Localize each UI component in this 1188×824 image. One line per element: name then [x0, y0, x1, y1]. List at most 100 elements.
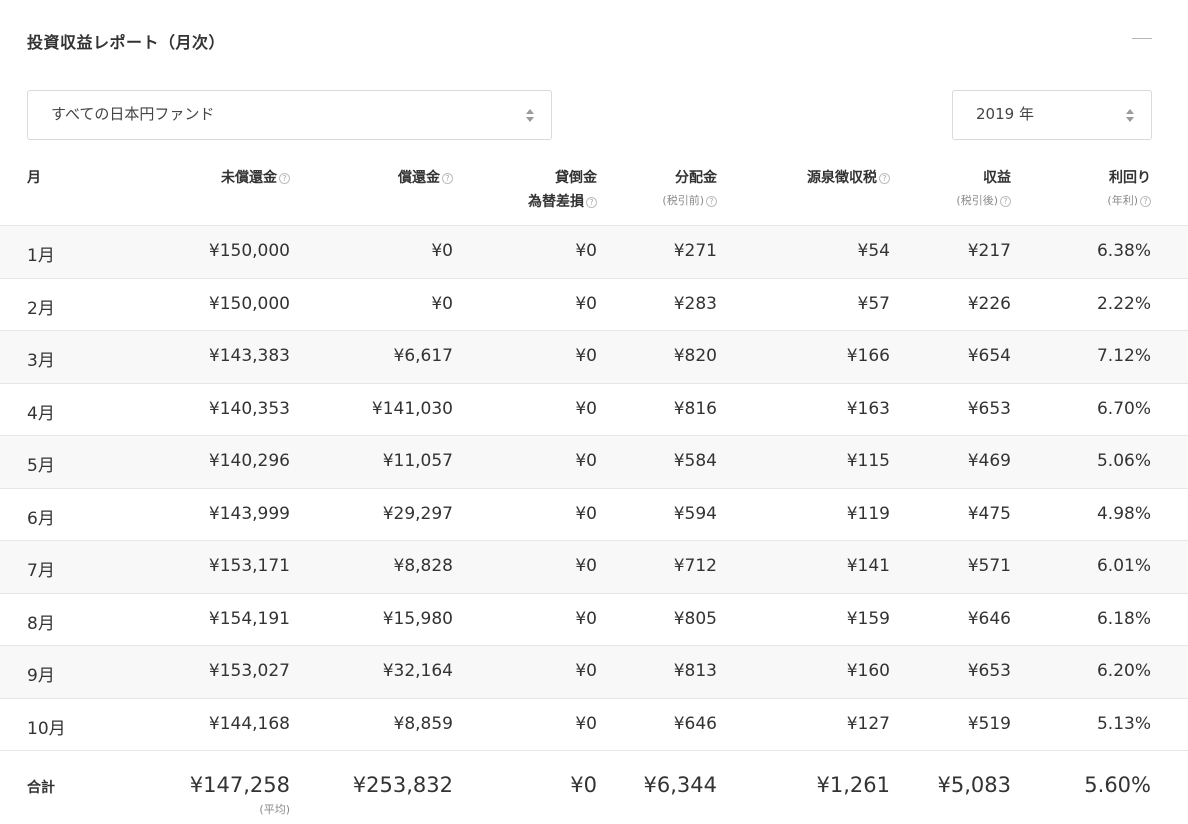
cell-loss: ¥0	[575, 503, 597, 524]
help-icon[interactable]: ?	[586, 196, 597, 208]
help-icon[interactable]: ?	[879, 172, 890, 184]
total-unredeemed: ¥147,258	[189, 773, 290, 797]
header-redeemed: 償還金?	[398, 166, 453, 190]
cell-dividend: ¥594	[673, 503, 717, 524]
cell-dividend: ¥271	[673, 241, 717, 261]
cell-unredeemed: ¥140,353	[208, 398, 290, 419]
cell-unredeemed: ¥153,171	[208, 556, 290, 576]
cell-redeemed: ¥32,164	[382, 661, 453, 681]
table-row: 5月 ¥140,296 ¥11,057 ¥0 ¥584 ¥115 ¥469 5.06%	[0, 436, 1188, 489]
cell-dividend: ¥584	[673, 451, 717, 471]
fund-select-value: すべての日本円ファンド	[51, 105, 215, 123]
cell-month: 5月	[27, 456, 55, 476]
cell-tax: ¥57	[857, 293, 890, 314]
totals-row: 合計 ¥147,258 (平均) ¥253,832 ¥0 ¥6,344 ¥1,2…	[0, 751, 1188, 824]
cell-dividend: ¥820	[673, 346, 717, 366]
cell-yield: 4.98%	[1096, 503, 1151, 524]
table-row: 8月 ¥154,191 ¥15,980 ¥0 ¥805 ¥159 ¥646 6.18%	[0, 593, 1188, 646]
header-yield: 利回り (年利)?	[1107, 170, 1151, 207]
cell-yield: 2.22%	[1096, 293, 1151, 314]
cell-unredeemed: ¥154,191	[208, 608, 290, 629]
year-select[interactable]: 2019 年	[952, 90, 1152, 140]
total-tax: ¥1,261	[816, 773, 890, 797]
cell-redeemed: ¥6,617	[393, 346, 453, 366]
cell-loss: ¥0	[575, 293, 597, 314]
table-row: 3月 ¥143,383 ¥6,617 ¥0 ¥820 ¥166 ¥654 7.12%	[0, 331, 1188, 384]
cell-redeemed: ¥8,859	[393, 713, 453, 734]
cell-month: 8月	[27, 613, 55, 634]
help-icon[interactable]: ?	[279, 172, 290, 184]
cell-profit: ¥646	[967, 608, 1011, 629]
cell-tax: ¥166	[846, 346, 890, 366]
cell-tax: ¥163	[846, 398, 890, 419]
cell-redeemed: ¥15,980	[382, 608, 453, 629]
header-dividend: 分配金 (税引前)?	[662, 170, 717, 207]
cell-dividend: ¥805	[673, 608, 717, 629]
cell-month: 6月	[27, 508, 55, 529]
cell-dividend: ¥816	[673, 398, 717, 419]
select-arrows-icon	[1126, 108, 1134, 124]
cell-redeemed: ¥0	[431, 293, 453, 314]
cell-loss: ¥0	[575, 661, 597, 681]
totals-label: 合計	[27, 780, 55, 796]
cell-month: 2月	[27, 298, 55, 319]
cell-redeemed: ¥141,030	[371, 398, 453, 419]
cell-dividend: ¥813	[673, 661, 717, 681]
cell-yield: 5.13%	[1096, 713, 1151, 734]
cell-dividend: ¥712	[673, 556, 717, 576]
cell-month: 4月	[27, 403, 55, 424]
cell-tax: ¥119	[846, 503, 890, 524]
cell-profit: ¥519	[967, 713, 1011, 734]
table-row: 4月 ¥140,353 ¥141,030 ¥0 ¥816 ¥163 ¥653 6.70%	[0, 383, 1188, 436]
cell-tax: ¥54	[857, 241, 890, 261]
cell-profit: ¥217	[967, 241, 1011, 261]
cell-month: 10月	[27, 718, 66, 739]
cell-yield: 6.01%	[1096, 556, 1151, 576]
header-unredeemed: 未償還金?	[221, 166, 290, 190]
cell-yield: 6.20%	[1096, 661, 1151, 681]
total-redeemed: ¥253,832	[352, 773, 453, 797]
cell-profit: ¥475	[967, 503, 1011, 524]
table-row: 6月 ¥143,999 ¥29,297 ¥0 ¥594 ¥119 ¥475 4.98%	[0, 488, 1188, 541]
cell-loss: ¥0	[575, 713, 597, 734]
cell-month: 9月	[27, 666, 55, 686]
help-icon[interactable]: ?	[1140, 195, 1151, 207]
table-row: 1月 ¥150,000 ¥0 ¥0 ¥271 ¥54 ¥217 6.38%	[0, 226, 1188, 279]
help-icon[interactable]: ?	[1000, 195, 1011, 207]
cell-unredeemed: ¥150,000	[208, 293, 290, 314]
cell-profit: ¥226	[967, 293, 1011, 314]
cell-profit: ¥654	[967, 346, 1011, 366]
cell-month: 3月	[27, 351, 55, 371]
cell-tax: ¥115	[846, 451, 890, 471]
table-row: 9月 ¥153,027 ¥32,164 ¥0 ¥813 ¥160 ¥653 6.20%	[0, 646, 1188, 699]
cell-tax: ¥141	[846, 556, 890, 576]
cell-loss: ¥0	[575, 241, 597, 261]
cell-dividend: ¥283	[673, 293, 717, 314]
cell-profit: ¥469	[967, 451, 1011, 471]
header-profit: 収益 (税引後)?	[956, 170, 1011, 207]
cell-profit: ¥571	[967, 556, 1011, 576]
total-yield: 5.60%	[1084, 773, 1151, 797]
header-month: 月	[27, 170, 41, 186]
cell-redeemed: ¥29,297	[382, 503, 453, 524]
cell-yield: 7.12%	[1096, 346, 1151, 366]
cell-loss: ¥0	[575, 608, 597, 629]
cell-loss: ¥0	[575, 556, 597, 576]
cell-tax: ¥160	[846, 661, 890, 681]
total-dividend: ¥6,344	[643, 773, 717, 797]
fund-select[interactable]: すべての日本円ファンド	[27, 90, 552, 140]
page-title: 投資収益レポート（月次）	[27, 33, 226, 52]
cell-yield: 5.06%	[1096, 451, 1151, 471]
collapse-button[interactable]	[1132, 30, 1154, 46]
cell-unredeemed: ¥150,000	[208, 241, 290, 261]
cell-loss: ¥0	[575, 451, 597, 471]
help-icon[interactable]: ?	[706, 195, 717, 207]
total-profit: ¥5,083	[937, 773, 1011, 797]
cell-yield: 6.70%	[1096, 398, 1151, 419]
cell-unredeemed: ¥144,168	[208, 713, 290, 734]
cell-redeemed: ¥8,828	[393, 556, 453, 576]
total-unredeemed-note: (平均)	[259, 803, 290, 816]
cell-yield: 6.38%	[1096, 241, 1151, 261]
help-icon[interactable]: ?	[442, 172, 453, 184]
table-row: 7月 ¥153,171 ¥8,828 ¥0 ¥712 ¥141 ¥571 6.01%	[0, 541, 1188, 594]
